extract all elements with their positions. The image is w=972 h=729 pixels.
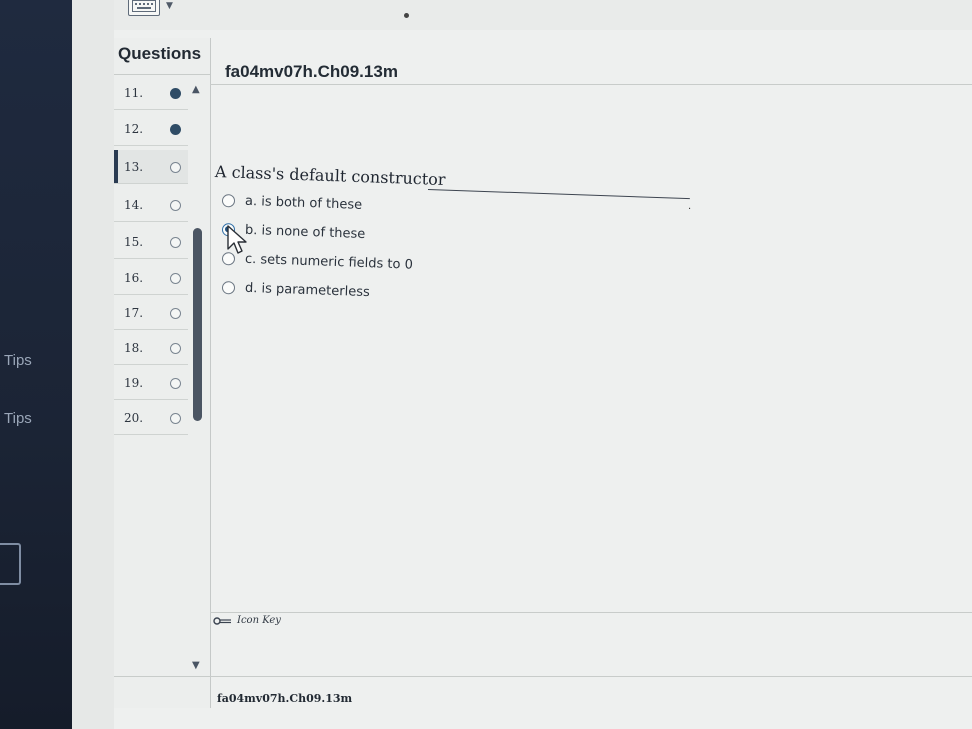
question-item-18[interactable]: 18.	[114, 331, 188, 365]
status-dot	[404, 13, 409, 18]
divider	[114, 74, 210, 75]
questions-panel-title: Questions	[118, 44, 202, 63]
keyboard-button[interactable]	[128, 0, 160, 16]
unanswered-status-icon	[170, 343, 181, 354]
unanswered-status-icon	[170, 413, 181, 424]
question-item-14[interactable]: 14.	[114, 188, 188, 222]
question-item-11[interactable]: 11.	[114, 76, 188, 110]
blank-terminator: .	[688, 201, 692, 212]
toolbar	[114, 0, 972, 30]
question-item-20[interactable]: 20.	[114, 401, 188, 435]
divider	[210, 84, 972, 85]
question-id-title: fa04mv07h.Ch09.13m	[225, 62, 398, 81]
chevron-down-icon[interactable]: ▼	[166, 1, 173, 11]
unanswered-status-icon	[170, 273, 181, 284]
radio-button[interactable]	[221, 194, 236, 208]
question-text: A class's default constructor	[214, 162, 446, 190]
question-number: 11.	[124, 86, 144, 100]
mouse-pointer-icon	[227, 225, 247, 254]
icon-key-link[interactable]: Icon Key	[213, 615, 281, 626]
option-label: c. sets numeric fields to 0	[244, 251, 414, 273]
question-number: 19.	[124, 376, 144, 390]
scrollbar-thumb[interactable]	[193, 228, 202, 421]
question-item-13[interactable]: 13.	[114, 150, 188, 184]
option-label: b. is none of these	[244, 222, 366, 242]
question-number: 18.	[124, 341, 144, 355]
option-d[interactable]: d. is parameterless	[221, 280, 370, 301]
question-item-17[interactable]: 17.	[114, 296, 188, 330]
unanswered-status-icon	[170, 200, 181, 211]
keyboard-icon	[132, 0, 156, 12]
unanswered-status-icon	[170, 162, 181, 173]
radio-button[interactable]	[221, 281, 236, 295]
question-item-19[interactable]: 19.	[114, 366, 188, 400]
question-number: 17.	[124, 306, 144, 320]
question-number: 12.	[124, 122, 144, 136]
tips-link[interactable]: Tips	[4, 352, 32, 369]
scroll-up-icon[interactable]: ▲	[192, 84, 200, 95]
option-a[interactable]: a. is both of these	[221, 193, 363, 213]
key-icon	[213, 616, 231, 625]
option-c[interactable]: c. sets numeric fields to 0	[221, 251, 414, 273]
option-label: d. is parameterless	[244, 280, 370, 301]
scroll-down-icon[interactable]: ▼	[192, 660, 200, 671]
question-item-16[interactable]: 16.	[114, 261, 188, 295]
rail-button[interactable]	[0, 543, 21, 585]
answered-status-icon	[170, 88, 181, 99]
question-number: 15.	[124, 235, 144, 249]
divider	[114, 676, 972, 677]
question-number: 16.	[124, 271, 144, 285]
panel-edge	[72, 0, 114, 729]
question-number: 13.	[124, 160, 144, 174]
question-item-12[interactable]: 12.	[114, 112, 188, 146]
left-rail: Tips Tips	[0, 0, 72, 729]
option-label: a. is both of these	[244, 193, 363, 213]
answer-blank	[427, 189, 690, 200]
question-number: 20.	[124, 411, 144, 425]
question-number: 14.	[124, 198, 144, 212]
icon-key-label: Icon Key	[237, 615, 281, 626]
unanswered-status-icon	[170, 237, 181, 248]
answered-status-icon	[170, 124, 181, 135]
footer-question-ref: fa04mv07h.Ch09.13m	[217, 692, 353, 705]
unanswered-status-icon	[170, 308, 181, 319]
question-item-15[interactable]: 15.	[114, 225, 188, 259]
tips-link[interactable]: Tips	[4, 410, 32, 427]
unanswered-status-icon	[170, 378, 181, 389]
divider	[210, 612, 972, 613]
